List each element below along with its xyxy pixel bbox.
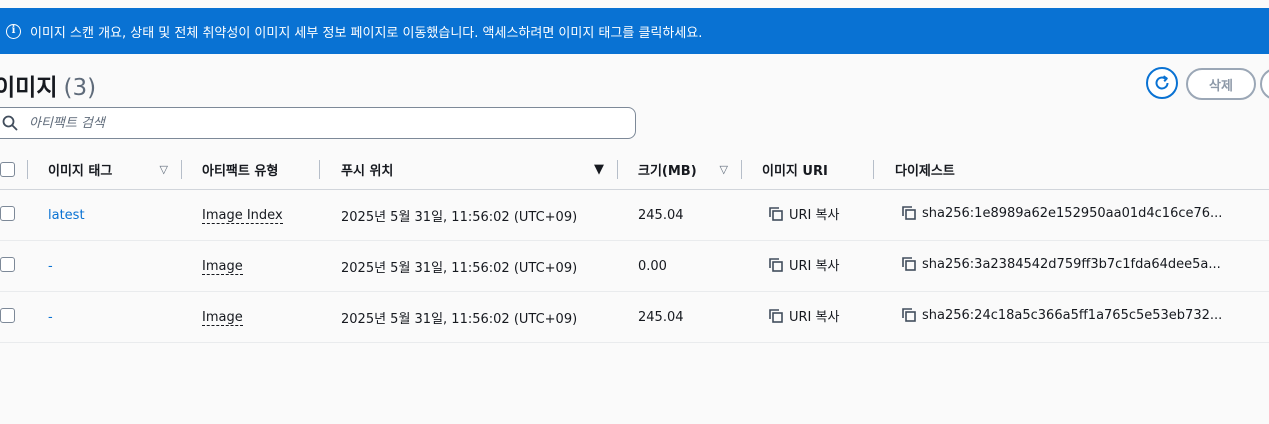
select-all-checkbox[interactable] <box>0 162 15 177</box>
pushed-at: 2025년 5월 31일, 11:56:02 (UTC+09) <box>341 311 578 327</box>
delete-button[interactable]: 삭제 <box>1186 68 1256 100</box>
copy-uri-label: URI 복사 <box>789 310 840 326</box>
column-header-artifact-type: 아티팩트 유형 <box>182 150 320 190</box>
column-header-tag[interactable]: 이미지 태그 ▽ <box>28 150 182 190</box>
sort-descending-icon[interactable]: ▼ <box>594 162 604 177</box>
digest-value: sha256:1e8989a62e152950aa01d4c16ce76... <box>922 205 1223 221</box>
column-label-size: 크기(MB) <box>638 164 697 179</box>
info-icon: i <box>6 23 21 39</box>
item-count: (3) <box>63 75 97 101</box>
refresh-button[interactable] <box>1146 67 1178 99</box>
column-header-digest: 다이제스트 <box>874 150 1269 190</box>
refresh-icon <box>1155 75 1169 90</box>
copy-digest-button[interactable]: sha256:3a2384542d759ff3b7c1fda64dee5a... <box>901 256 1221 272</box>
digest-value: sha256:24c18a5c366a5ff1a765c5e53eb732... <box>922 307 1223 323</box>
image-size: 245.04 <box>638 309 684 325</box>
table-row: - Image 2025년 5월 31일, 11:56:02 (UTC+09) … <box>0 240 1269 292</box>
copy-digest-button[interactable]: sha256:1e8989a62e152950aa01d4c16ce76... <box>901 205 1222 221</box>
image-tag-link[interactable]: latest <box>48 208 85 223</box>
copy-icon <box>768 308 784 324</box>
digest-value: sha256:3a2384542d759ff3b7c1fda64dee5a... <box>922 256 1221 272</box>
info-banner: i 이미지 스캔 개요, 상태 및 전체 취약성이 이미지 세부 정보 페이지로… <box>0 8 1269 54</box>
copy-uri-button[interactable]: URI 복사 <box>768 306 839 325</box>
images-table: 이미지 태그 ▽ 아티팩트 유형 푸시 위치 ▼ 크기(MB) ▽ 이미지 UR… <box>0 150 1269 343</box>
sort-icon[interactable]: ▽ <box>720 163 728 176</box>
copy-icon <box>768 257 784 273</box>
page-header: 이미지 (3) 삭제 <box>0 66 1269 102</box>
column-label-tag: 이미지 태그 <box>48 164 113 179</box>
search-input[interactable] <box>27 114 611 132</box>
artifact-type[interactable]: Image <box>202 309 243 326</box>
pushed-at: 2025년 5월 31일, 11:56:02 (UTC+09) <box>341 260 578 276</box>
column-header-image-uri: 이미지 URI <box>742 150 874 190</box>
more-actions-button[interactable] <box>1260 68 1269 100</box>
search-icon <box>1 114 19 132</box>
image-tag-link[interactable]: - <box>48 310 53 325</box>
sort-icon[interactable]: ▽ <box>160 163 168 176</box>
image-size: 0.00 <box>638 258 667 274</box>
column-label-image-uri: 이미지 URI <box>762 164 828 179</box>
banner-text: 이미지 스캔 개요, 상태 및 전체 취약성이 이미지 세부 정보 페이지로 이… <box>30 25 703 41</box>
row-checkbox[interactable] <box>0 205 15 221</box>
column-header-size[interactable]: 크기(MB) ▽ <box>618 150 742 190</box>
artifact-search <box>0 107 636 139</box>
table-header-row: 이미지 태그 ▽ 아티팩트 유형 푸시 위치 ▼ 크기(MB) ▽ 이미지 UR… <box>0 150 1269 190</box>
select-all-cell <box>0 150 28 190</box>
copy-digest-button[interactable]: sha256:24c18a5c366a5ff1a765c5e53eb732... <box>901 307 1222 323</box>
column-label-digest: 다이제스트 <box>895 164 955 179</box>
copy-uri-button[interactable]: URI 복사 <box>768 204 839 223</box>
copy-uri-button[interactable]: URI 복사 <box>768 255 839 274</box>
copy-icon <box>768 206 784 222</box>
table-row: latest Image Index 2025년 5월 31일, 11:56:0… <box>0 189 1269 241</box>
copy-icon <box>901 256 917 272</box>
copy-uri-label: URI 복사 <box>789 208 840 224</box>
copy-icon <box>901 307 917 323</box>
row-checkbox[interactable] <box>0 256 15 272</box>
page-title-text: 이미지 <box>0 75 58 101</box>
pushed-at: 2025년 5월 31일, 11:56:02 (UTC+09) <box>341 209 578 225</box>
image-size: 245.04 <box>638 207 684 223</box>
artifact-type[interactable]: Image Index <box>202 207 283 224</box>
artifact-type[interactable]: Image <box>202 258 243 275</box>
image-tag-link[interactable]: - <box>48 259 53 274</box>
column-header-pushed-at[interactable]: 푸시 위치 ▼ <box>320 150 618 190</box>
table-row: - Image 2025년 5월 31일, 11:56:02 (UTC+09) … <box>0 291 1269 343</box>
page-title: 이미지 (3) <box>0 68 96 102</box>
column-label-pushed-at: 푸시 위치 <box>341 164 394 179</box>
copy-icon <box>901 205 917 221</box>
copy-uri-label: URI 복사 <box>789 259 840 275</box>
row-checkbox[interactable] <box>0 307 15 323</box>
column-label-artifact-type: 아티팩트 유형 <box>202 164 279 179</box>
